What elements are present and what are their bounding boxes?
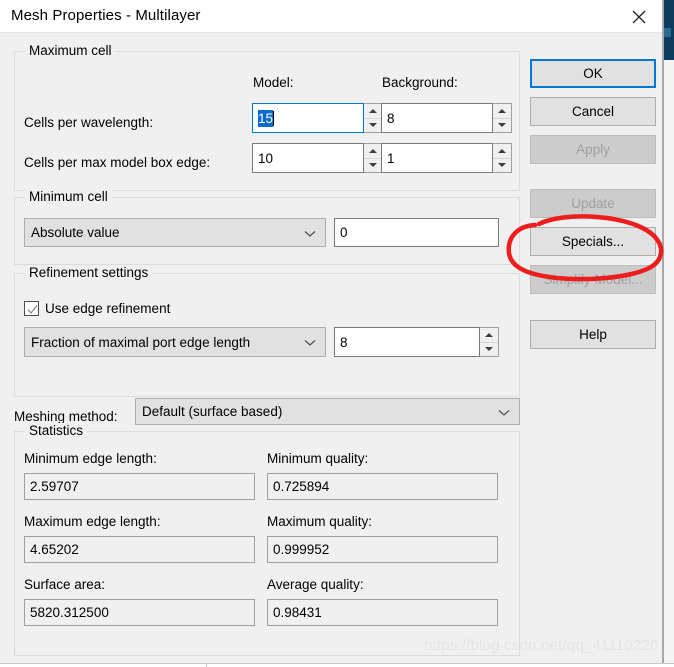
spinner-cells-per-box-edge-background[interactable] [493,143,512,173]
input-cells-per-box-edge-background-value: 1 [387,150,395,166]
column-header-background: Background: [382,75,458,90]
help-button[interactable]: Help [530,320,656,349]
ok-button[interactable]: OK [530,59,656,88]
close-button[interactable] [616,0,662,32]
value-minimum-edge-length-text: 2.59707 [30,479,79,494]
label-minimum-edge-length: Minimum edge length: [24,451,157,466]
label-cells-per-wavelength: Cells per wavelength: [24,115,154,130]
dialog-client-area: Maximum cell Model: Background: Cells pe… [0,33,662,663]
window-right-border [662,0,664,667]
cancel-button[interactable]: Cancel [530,97,656,126]
cancel-button-label: Cancel [571,104,615,119]
apply-button: Apply [530,135,656,164]
input-cells-per-wavelength-model-value: 15 [258,109,274,127]
help-button-label: Help [579,327,607,342]
value-maximum-edge-length: 4.65202 [24,536,255,563]
value-maximum-quality: 0.999952 [267,536,498,563]
chevron-down-icon [498,404,510,419]
spinner-up-icon[interactable] [480,328,498,343]
value-average-quality-text: 0.98431 [273,605,322,620]
right-edge-fill [664,60,674,667]
ok-button-label: OK [583,66,603,81]
chevron-down-icon [304,225,316,240]
input-minimum-cell-value[interactable]: 0 [334,218,499,247]
input-refinement-value[interactable]: 8 [334,327,480,357]
group-statistics-title: Statistics [25,423,88,438]
label-cells-per-max-model-box-edge: Cells per max model box edge: [24,155,211,170]
input-cells-per-wavelength-background[interactable]: 8 [381,103,493,133]
value-maximum-quality-text: 0.999952 [273,542,330,557]
value-surface-area-text: 5820.312500 [30,605,109,620]
spinner-down-icon[interactable] [364,158,382,172]
group-refinement-settings-title: Refinement settings [25,265,153,280]
input-cells-per-box-edge-background[interactable]: 1 [381,143,493,173]
combo-minimum-cell-mode[interactable]: Absolute value [24,218,326,247]
input-cells-per-box-edge-model-value: 10 [258,150,274,166]
checkbox-box[interactable] [24,301,39,316]
combo-refinement-mode-value: Fraction of maximal port edge length [31,334,251,350]
combo-refinement-mode[interactable]: Fraction of maximal port edge length [24,327,326,357]
watermark: https://blog.csdn.net/qq_41110220 [424,637,659,654]
chevron-down-icon [304,335,316,350]
title-bar: Mesh Properties - Multilayer [0,0,662,32]
spinner-up-icon[interactable] [364,104,382,119]
spinner-down-icon[interactable] [364,118,382,132]
apply-button-label: Apply [576,142,610,157]
checkbox-use-edge-refinement[interactable]: Use edge refinement [24,301,170,316]
spinner-down-icon[interactable] [480,342,498,356]
checkbox-label: Use edge refinement [45,301,171,316]
spinner-cells-per-wavelength-background[interactable] [493,103,512,133]
value-minimum-edge-length: 2.59707 [24,473,255,500]
label-maximum-edge-length: Maximum edge length: [24,514,161,529]
combo-minimum-cell-mode-value: Absolute value [31,225,120,240]
window-title: Mesh Properties - Multilayer [11,7,201,24]
update-button: Update [530,189,656,218]
label-meshing-method: Meshing method: [14,409,118,424]
specials-button[interactable]: Specials... [530,227,656,256]
label-surface-area: Surface area: [24,577,106,592]
group-minimum-cell-title: Minimum cell [25,189,112,204]
update-button-label: Update [571,196,615,211]
value-maximum-edge-length-text: 4.65202 [30,542,79,557]
spinner-up-icon[interactable] [493,144,511,159]
window-bottom-tick [206,663,207,667]
spinner-refinement-value[interactable] [480,327,499,357]
input-cells-per-wavelength-background-value: 8 [387,110,395,126]
text-caret [273,110,275,126]
combo-meshing-method[interactable]: Default (surface based) [135,398,520,425]
background-window-glyph [663,28,671,37]
spinner-down-icon[interactable] [493,158,511,172]
spinner-up-icon[interactable] [364,144,382,159]
simplify-model-button: Simplify Model... [530,265,656,294]
combo-meshing-method-value: Default (surface based) [142,404,283,419]
value-surface-area: 5820.312500 [24,599,255,626]
value-average-quality: 0.98431 [267,599,498,626]
column-header-model: Model: [253,75,294,90]
label-minimum-quality: Minimum quality: [267,451,369,466]
input-minimum-cell-value-text: 0 [340,225,348,240]
spinner-up-icon[interactable] [493,104,511,119]
group-maximum-cell-title: Maximum cell [25,43,116,58]
simplify-model-button-label: Simplify Model... [543,272,643,287]
label-maximum-quality: Maximum quality: [267,514,373,529]
value-minimum-quality-text: 0.725894 [273,479,330,494]
value-minimum-quality: 0.725894 [267,473,498,500]
input-cells-per-box-edge-model[interactable]: 10 [252,143,364,173]
window-bottom-edge [0,663,674,667]
input-refinement-value-text: 8 [340,334,348,350]
spinner-down-icon[interactable] [493,118,511,132]
specials-button-label: Specials... [561,234,625,249]
mesh-properties-dialog: Mesh Properties - Multilayer Maximum cel… [0,0,674,667]
label-average-quality: Average quality: [267,577,364,592]
input-cells-per-wavelength-model[interactable]: 15 [252,103,364,133]
